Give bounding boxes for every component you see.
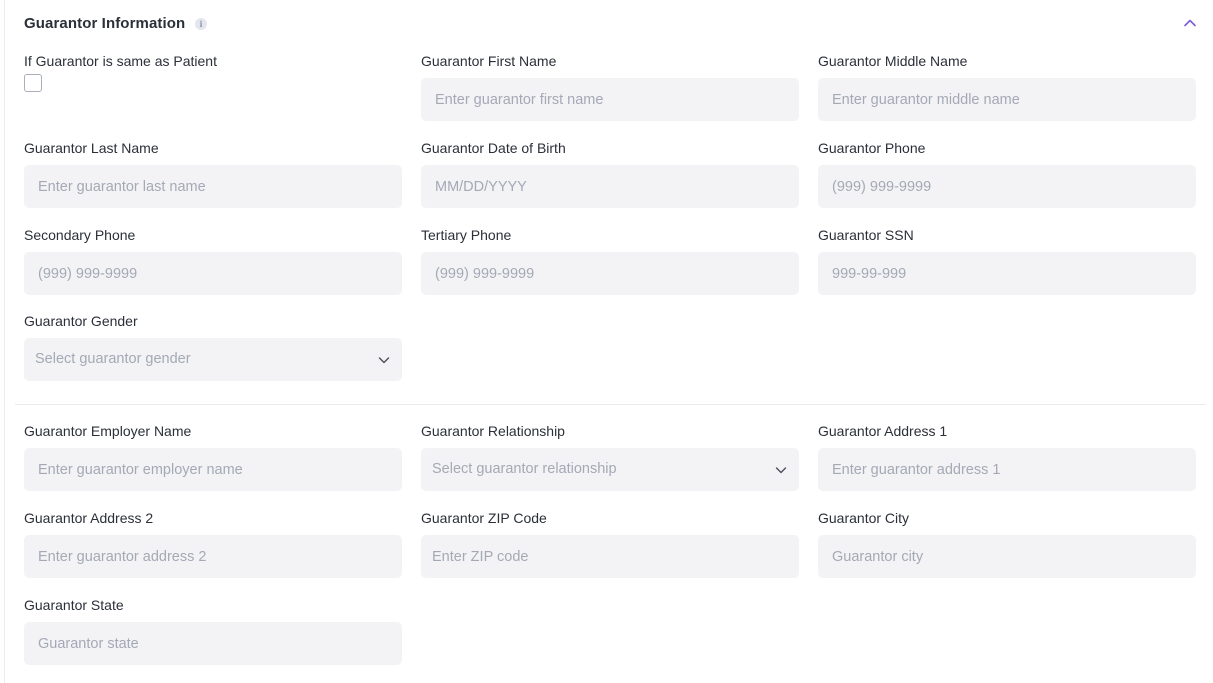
- secondary-phone-input[interactable]: [24, 252, 402, 295]
- address2-label: Guarantor Address 2: [24, 510, 154, 526]
- state-label: Guarantor State: [24, 597, 124, 613]
- state-input[interactable]: [24, 622, 402, 665]
- last-name-label: Guarantor Last Name: [24, 140, 159, 156]
- guarantor-first-name-field: Guarantor First Name: [421, 52, 799, 121]
- phone-input[interactable]: [818, 165, 1196, 208]
- middle-name-label: Guarantor Middle Name: [818, 53, 968, 69]
- relationship-select[interactable]: Select guarantor relationship: [421, 448, 799, 491]
- tertiary-phone-field: Tertiary Phone: [421, 226, 799, 295]
- guarantor-middle-name-field: Guarantor Middle Name: [818, 52, 1196, 121]
- chevron-up-icon[interactable]: [1182, 15, 1198, 31]
- employer-label: Guarantor Employer Name: [24, 423, 192, 439]
- guarantor-relationship-field: Guarantor Relationship Select guarantor …: [421, 422, 799, 491]
- zip-label: Guarantor ZIP Code: [421, 510, 547, 526]
- gender-label: Guarantor Gender: [24, 313, 138, 329]
- middle-name-input[interactable]: [818, 78, 1196, 121]
- ssn-input[interactable]: [818, 252, 1196, 295]
- address2-input[interactable]: [24, 535, 402, 578]
- guarantor-zip-field: Guarantor ZIP Code: [421, 509, 799, 578]
- guarantor-address2-field: Guarantor Address 2: [24, 509, 402, 578]
- guarantor-last-name-field: Guarantor Last Name: [24, 139, 402, 208]
- first-name-input[interactable]: [421, 78, 799, 121]
- gender-select[interactable]: Select guarantor gender: [24, 338, 402, 381]
- section-header: Guarantor Information i: [24, 14, 1204, 34]
- phone-label: Guarantor Phone: [818, 140, 926, 156]
- dob-label: Guarantor Date of Birth: [421, 140, 566, 156]
- info-icon[interactable]: i: [195, 18, 207, 30]
- zip-input[interactable]: [421, 535, 799, 578]
- address1-label: Guarantor Address 1: [818, 423, 948, 439]
- guarantor-gender-field: Guarantor Gender Select guarantor gender: [24, 312, 402, 381]
- same-as-patient-field: If Guarantor is same as Patient: [24, 52, 402, 92]
- same-as-patient-label: If Guarantor is same as Patient: [24, 53, 217, 69]
- first-name-label: Guarantor First Name: [421, 53, 557, 69]
- city-input[interactable]: [818, 535, 1196, 578]
- tertiary-phone-input[interactable]: [421, 252, 799, 295]
- city-label: Guarantor City: [818, 510, 910, 526]
- guarantor-dob-field: Guarantor Date of Birth: [421, 139, 799, 208]
- dob-input[interactable]: [421, 165, 799, 208]
- secondary-phone-field: Secondary Phone: [24, 226, 402, 295]
- relationship-label: Guarantor Relationship: [421, 423, 565, 439]
- chevron-down-icon: [775, 467, 787, 474]
- relationship-select-placeholder: Select guarantor relationship: [432, 461, 617, 477]
- guarantor-phone-field: Guarantor Phone: [818, 139, 1196, 208]
- address1-input[interactable]: [818, 448, 1196, 491]
- ssn-label: Guarantor SSN: [818, 227, 914, 243]
- gender-select-placeholder: Select guarantor gender: [35, 351, 191, 367]
- chevron-down-icon: [378, 357, 390, 364]
- guarantor-information-panel: Guarantor Information i If Guarantor is …: [4, 0, 1213, 683]
- guarantor-ssn-field: Guarantor SSN: [818, 226, 1196, 295]
- secondary-phone-label: Secondary Phone: [24, 227, 136, 243]
- tertiary-phone-label: Tertiary Phone: [421, 227, 512, 243]
- section-title: Guarantor Information: [24, 15, 186, 32]
- guarantor-address1-field: Guarantor Address 1: [818, 422, 1196, 491]
- section-divider: [15, 404, 1206, 405]
- employer-input[interactable]: [24, 448, 402, 491]
- last-name-input[interactable]: [24, 165, 402, 208]
- guarantor-employer-field: Guarantor Employer Name: [24, 422, 402, 491]
- guarantor-city-field: Guarantor City: [818, 509, 1196, 578]
- guarantor-state-field: Guarantor State: [24, 596, 402, 665]
- same-as-patient-checkbox[interactable]: [24, 74, 42, 92]
